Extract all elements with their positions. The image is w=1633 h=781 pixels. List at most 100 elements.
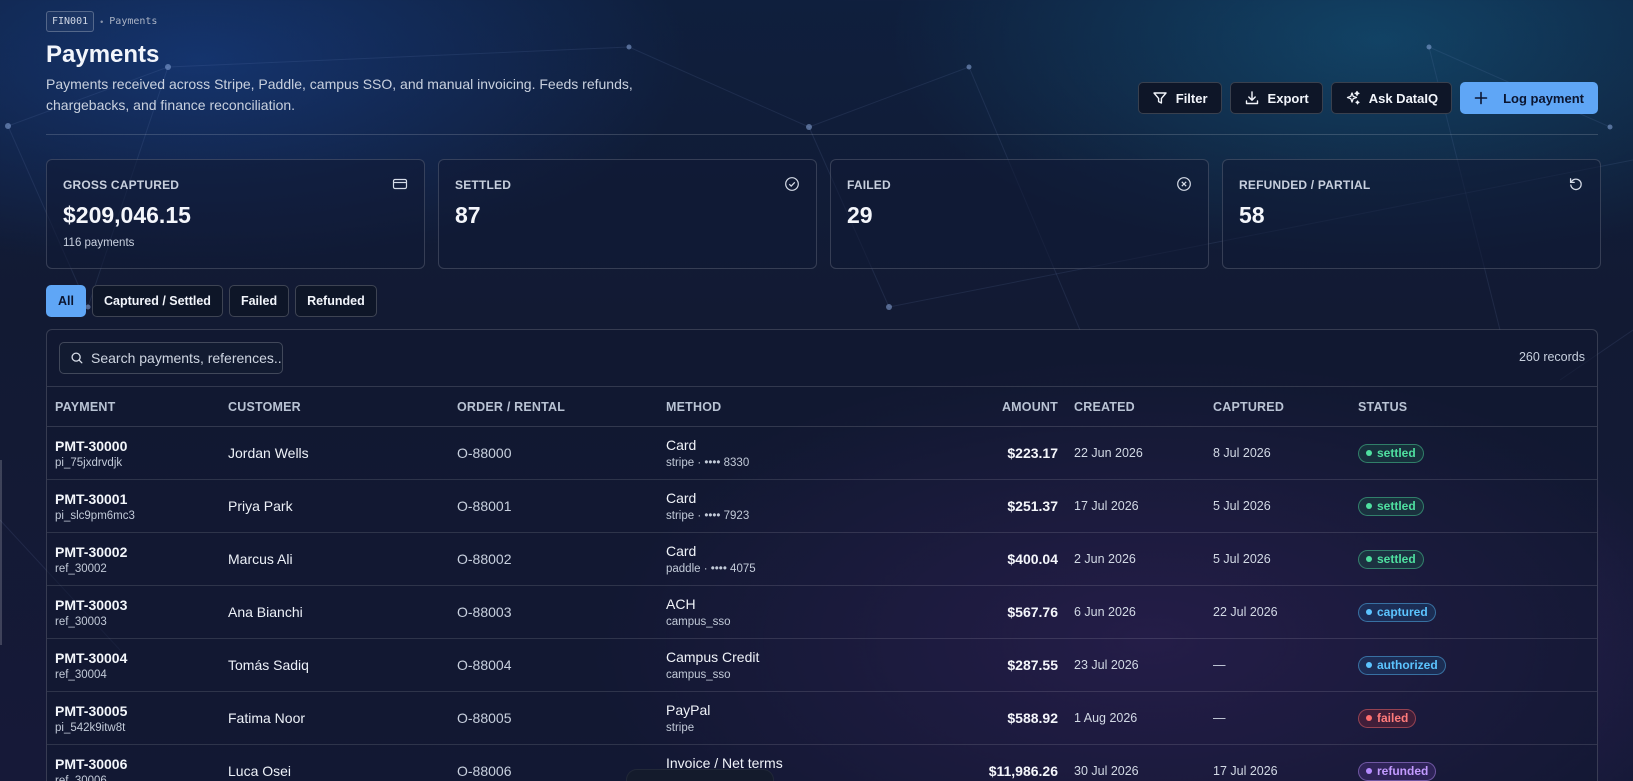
method-name: Campus Credit (666, 649, 760, 665)
search-box[interactable] (59, 342, 283, 374)
method-cell: PayPal stripe (666, 702, 856, 734)
refresh-icon (1569, 178, 1582, 191)
table-row[interactable]: PMT-30006 ref_30006 Luca Osei O-88006 In… (47, 745, 1597, 781)
ask-dataiq-label: Ask DataIQ (1368, 90, 1439, 106)
column-method[interactable]: METHOD (666, 400, 856, 414)
customer-name: Tomás Sadiq (228, 657, 309, 673)
payment-id[interactable]: PMT-30003 (55, 597, 228, 613)
table-row[interactable]: PMT-30001 pi_slc9pm6mc3 Priya Park O-880… (47, 480, 1597, 533)
payment-id[interactable]: PMT-30005 (55, 703, 228, 719)
status-text: settled (1377, 552, 1416, 567)
payment-id[interactable]: PMT-30000 (55, 438, 228, 454)
created-date: 23 Jul 2026 (1074, 658, 1139, 672)
table-row[interactable]: PMT-30003 ref_30003 Ana Bianchi O-88003 … (47, 586, 1597, 639)
order-id: O-88002 (457, 551, 512, 567)
payment-id[interactable]: PMT-30001 (55, 491, 228, 507)
stat-label: REFUNDED / PARTIAL (1239, 178, 1371, 192)
stat-card-gross-captured: GROSS CAPTURED $209,046.15 116 payments (46, 159, 425, 269)
column-order[interactable]: ORDER / RENTAL (457, 400, 666, 414)
sparkles-icon (1346, 90, 1360, 105)
payment-cell: PMT-30005 pi_542k9itw8t (47, 703, 228, 734)
x-circle-icon (1177, 177, 1191, 191)
payment-id[interactable]: PMT-30002 (55, 544, 228, 560)
tab-refunded[interactable]: Refunded (295, 285, 377, 317)
method-name: Card (666, 437, 697, 453)
table-row[interactable]: PMT-30000 pi_75jxdrvdjk Jordan Wells O-8… (47, 427, 1597, 480)
method-name: Card (666, 490, 697, 506)
column-status[interactable]: STATUS (1358, 400, 1597, 414)
status-cell: refunded (1358, 761, 1597, 781)
payment-cell: PMT-30004 ref_30004 (47, 650, 228, 681)
method-detail: stripe (666, 722, 695, 734)
stat-value: 87 (455, 202, 481, 228)
captured-date: 5 Jul 2026 (1213, 552, 1271, 566)
status-text: failed (1377, 711, 1409, 726)
card-icon (392, 178, 408, 190)
method-detail: stripe · •••• 8330 (666, 457, 750, 469)
tab-failed[interactable]: Failed (228, 285, 290, 317)
method-cell: Campus Credit campus_sso (666, 649, 856, 681)
captured-date: 17 Jul 2026 (1213, 764, 1278, 778)
table-row[interactable]: PMT-30004 ref_30004 Tomás Sadiq O-88004 … (47, 639, 1597, 692)
tab-captured-settled[interactable]: Captured / Settled (91, 285, 223, 317)
status-cell: captured (1358, 602, 1597, 622)
stat-card-refunded: REFUNDED / PARTIAL 58 (1222, 159, 1601, 269)
page-subtitle: Payments received across Stripe, Paddle,… (46, 76, 633, 113)
log-payment-button[interactable]: Log payment (1460, 82, 1598, 114)
column-created[interactable]: CREATED (1058, 400, 1213, 414)
column-customer[interactable]: CUSTOMER (228, 400, 457, 414)
ask-dataiq-button[interactable]: Ask DataIQ (1330, 82, 1453, 114)
method-detail: campus_sso (666, 616, 731, 628)
status-dot (1366, 768, 1372, 775)
method-name: PayPal (666, 702, 711, 718)
records-count: 260 records (1518, 350, 1585, 364)
payment-filter-tabs: All Captured / Settled Failed Refunded (46, 285, 377, 317)
status-text: captured (1377, 605, 1428, 620)
search-input[interactable] (91, 350, 282, 366)
stat-sub: 116 payments (63, 237, 135, 249)
filter-button[interactable]: Filter (1137, 82, 1222, 114)
payments-page: FIN001 • Payments Payments Payments rece… (46, 0, 1601, 781)
column-amount[interactable]: AMOUNT (856, 400, 1058, 414)
status-text: authorized (1377, 658, 1438, 673)
header-actions: Filter Export Ask DataIQ Log payment (1137, 82, 1598, 114)
tab-all[interactable]: All (46, 285, 86, 317)
breadcrumb: FIN001 • Payments (46, 11, 157, 32)
column-captured[interactable]: CAPTURED (1213, 400, 1358, 414)
filter-icon (1153, 92, 1167, 104)
status-dot (1366, 503, 1372, 510)
stat-cards: GROSS CAPTURED $209,046.15 116 payments … (46, 159, 1601, 269)
payment-id[interactable]: PMT-30006 (55, 756, 228, 772)
method-detail: paddle · •••• 4075 (666, 563, 756, 575)
check-circle-icon (785, 177, 799, 191)
method-cell: ACH campus_sso (666, 596, 856, 628)
stat-card-settled: SETTLED 87 (438, 159, 817, 269)
page-title: Payments (46, 41, 160, 68)
amount: $223.17 (1007, 445, 1058, 461)
breadcrumb-separator: • (100, 16, 104, 27)
floating-toolbar-pill[interactable] (626, 769, 774, 781)
status-text: settled (1377, 446, 1416, 461)
payment-cell: PMT-30006 ref_30006 (47, 756, 228, 781)
captured-date: 8 Jul 2026 (1213, 446, 1271, 460)
captured-date: — (1213, 711, 1226, 725)
column-payment[interactable]: PAYMENT (47, 400, 228, 414)
method-detail: stripe · •••• 7923 (666, 510, 750, 522)
stat-card-failed: FAILED 29 (830, 159, 1209, 269)
table-row[interactable]: PMT-30002 ref_30002 Marcus Ali O-88002 C… (47, 533, 1597, 586)
status-dot (1366, 662, 1372, 669)
export-button[interactable]: Export (1229, 82, 1323, 114)
stat-label: SETTLED (455, 178, 512, 192)
table-row[interactable]: PMT-30005 pi_542k9itw8t Fatima Noor O-88… (47, 692, 1597, 745)
amount: $287.55 (1007, 657, 1058, 673)
search-icon (71, 352, 83, 364)
created-date: 1 Aug 2026 (1074, 711, 1138, 725)
payment-id[interactable]: PMT-30004 (55, 650, 228, 666)
payment-ref: pi_75jxdrvdjk (55, 456, 123, 469)
status-cell: settled (1358, 496, 1597, 516)
order-id: O-88005 (457, 710, 512, 726)
module-code-chip[interactable]: FIN001 (46, 11, 95, 32)
order-id: O-88000 (457, 445, 512, 461)
status-dot (1366, 450, 1372, 457)
order-id: O-88004 (457, 657, 512, 673)
